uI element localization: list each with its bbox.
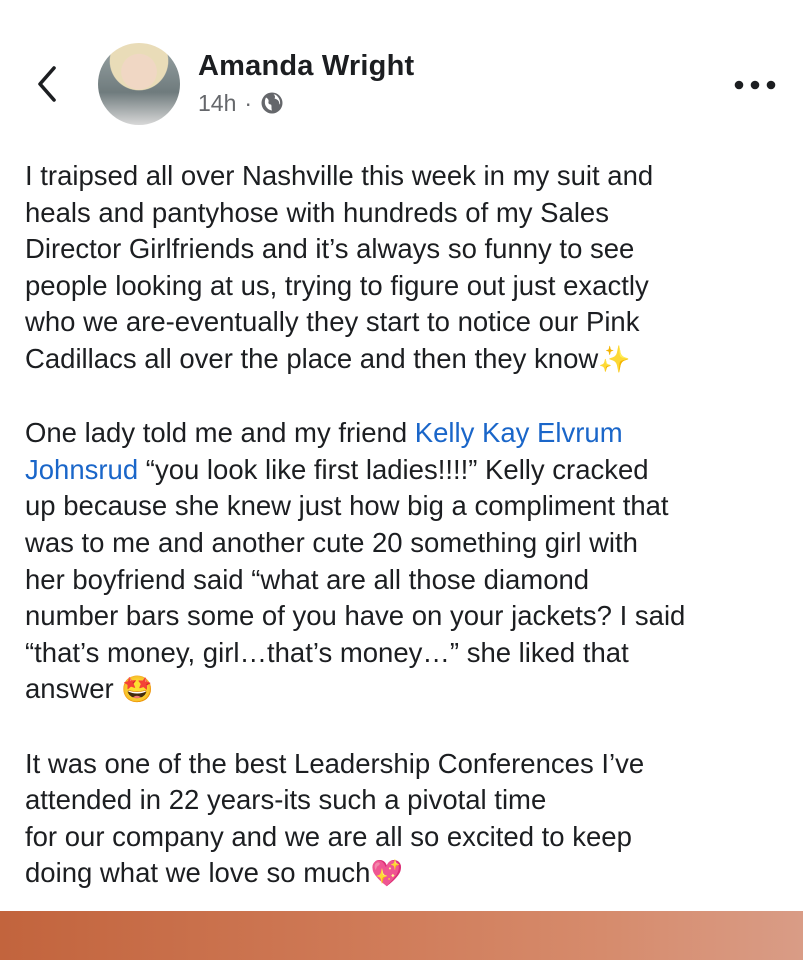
text-line: It was one of the best Leadership Confer…: [25, 747, 645, 779]
more-horizontal-icon: [734, 80, 776, 90]
text-segment: Cadillacs all over the place and then th…: [25, 342, 599, 374]
media-preview-strip[interactable]: [0, 911, 803, 960]
more-options-button[interactable]: [733, 73, 777, 97]
mention-link[interactable]: Kelly Kay Elvrum: [415, 417, 623, 448]
text-line: I traipsed all over Nashville this week …: [25, 160, 654, 191]
text-line: heals and pantyhose with hundreds of my …: [25, 196, 609, 228]
star-struck-emoji: 🤩: [121, 675, 154, 706]
meta-separator: ·: [244, 89, 253, 116]
text-segment: answer: [25, 673, 114, 705]
post-paragraph-3: It was one of the best Leadership Confer…: [25, 746, 785, 893]
text-line: was to me and another cute 20 something …: [25, 526, 638, 558]
text-line: attended in 22 years-its such a pivotal …: [25, 784, 547, 816]
text-line-with-mention: Johnsrud “you look like first ladies!!!!…: [25, 452, 785, 489]
chevron-left-icon: [38, 66, 56, 102]
text-segment: “you look like first ladies!!!!” Kelly c…: [138, 453, 649, 485]
post-paragraph-2: One lady told me and my friend Kelly Kay…: [25, 415, 785, 709]
text-line: number bars some of you have on your jac…: [25, 600, 686, 632]
avatar[interactable]: [98, 43, 180, 125]
post-meta: 14h ·: [198, 89, 284, 117]
post-time[interactable]: 14h: [198, 90, 236, 117]
globe-icon[interactable]: [260, 91, 284, 115]
text-line: up because she knew just how big a compl…: [25, 490, 669, 522]
back-button[interactable]: [30, 62, 64, 106]
text-line-with-emoji: Cadillacs all over the place and then th…: [25, 341, 785, 379]
sparkling-heart-emoji: 💖: [370, 859, 403, 890]
text-line: her boyfriend said “what are all those d…: [25, 563, 590, 595]
mention-link[interactable]: Johnsrud: [25, 454, 138, 485]
text-line: for our company and we are all so excite…: [25, 820, 632, 852]
text-line: who we are-eventually they start to noti…: [25, 306, 640, 338]
text-segment: One lady told me and my friend: [25, 417, 415, 449]
text-line: “that’s money, girl…that’s money…” she l…: [25, 636, 629, 668]
text-line: Director Girlfriends and it’s always so …: [25, 233, 635, 265]
post-header: Amanda Wright 14h ·: [0, 0, 803, 140]
post-paragraph-1: I traipsed all over Nashville this week …: [25, 158, 785, 379]
text-line-with-mention: One lady told me and my friend Kelly Kay…: [25, 415, 785, 452]
text-segment: doing what we love so much: [25, 857, 371, 889]
post-body: I traipsed all over Nashville this week …: [25, 158, 785, 929]
author-name[interactable]: Amanda Wright: [198, 50, 414, 83]
text-line-with-emoji: doing what we love so much💖: [25, 855, 785, 893]
text-line: people looking at us, trying to figure o…: [25, 269, 649, 301]
text-line-with-emoji: answer 🤩: [25, 671, 785, 709]
sparkles-emoji: ✨: [598, 344, 631, 375]
